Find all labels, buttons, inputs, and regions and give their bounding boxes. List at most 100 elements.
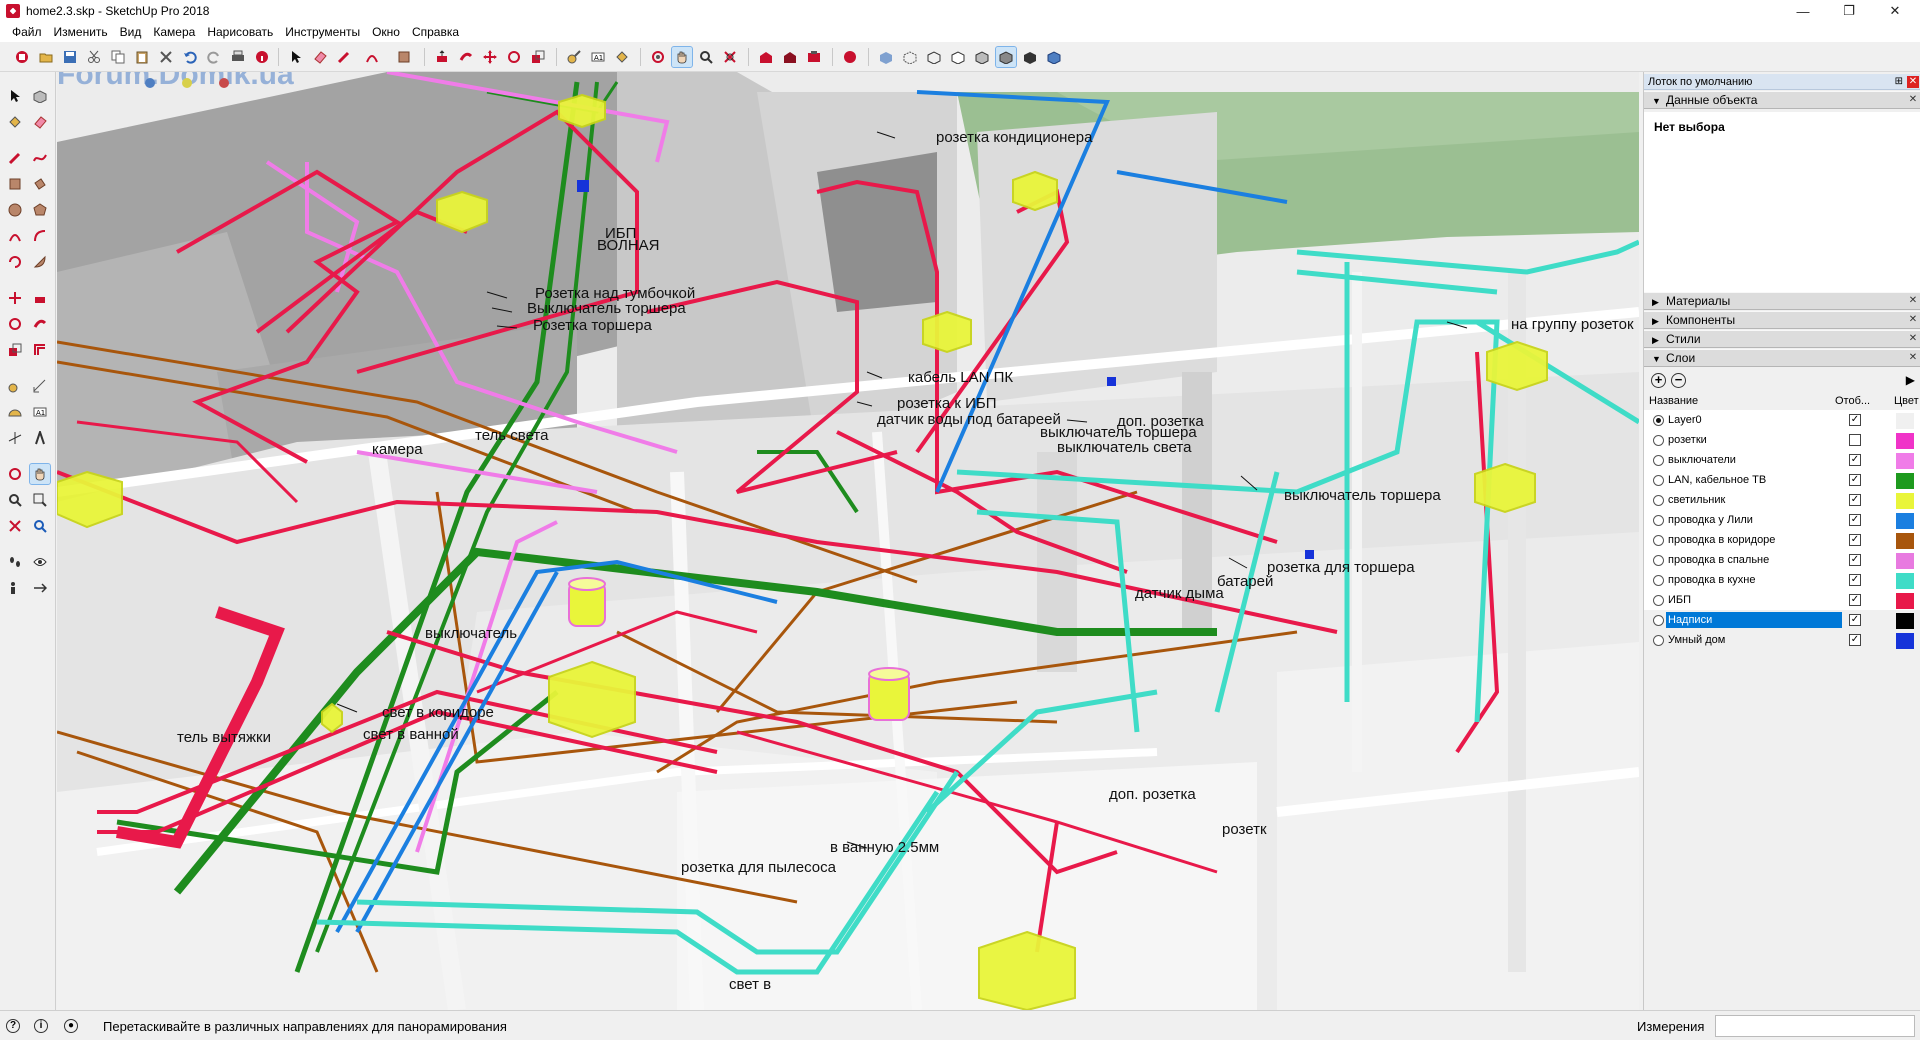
back-edges-button[interactable] bbox=[900, 47, 920, 67]
components-header[interactable]: ▶ Компоненты ✕ bbox=[1644, 311, 1920, 329]
share-model-button[interactable] bbox=[780, 47, 800, 67]
left-scale-tool[interactable] bbox=[5, 340, 25, 360]
left-follow-me-tool[interactable] bbox=[30, 314, 50, 334]
arc-tool-button[interactable] bbox=[362, 47, 382, 67]
left-rotated-rectangle-tool[interactable] bbox=[30, 174, 50, 194]
left-position-camera-tool[interactable] bbox=[5, 578, 25, 598]
layers-close-icon[interactable]: ✕ bbox=[1907, 352, 1919, 364]
pan-tool-button[interactable] bbox=[671, 46, 693, 68]
menu-camera[interactable]: Камера bbox=[147, 22, 201, 42]
scale-tool-button[interactable] bbox=[528, 47, 548, 67]
layer-name[interactable]: LAN, кабельное ТВ bbox=[1666, 472, 1842, 488]
active-layer-radio[interactable] bbox=[1653, 635, 1664, 646]
layer-color-swatch[interactable] bbox=[1896, 473, 1914, 489]
menu-draw[interactable]: Нарисовать bbox=[201, 22, 279, 42]
layer-name[interactable]: ИБП bbox=[1666, 592, 1842, 608]
active-layer-radio[interactable] bbox=[1653, 595, 1664, 606]
left-component-tool[interactable] bbox=[30, 86, 50, 106]
layer-name[interactable]: Надписи bbox=[1666, 612, 1842, 628]
left-orbit-tool[interactable] bbox=[5, 464, 25, 484]
eraser-tool-button[interactable] bbox=[310, 47, 330, 67]
left-rectangle-tool[interactable] bbox=[5, 174, 25, 194]
layer-visibility-checkbox[interactable]: ✓ bbox=[1849, 454, 1861, 466]
materials-header[interactable]: ▶ Материалы ✕ bbox=[1644, 292, 1920, 310]
layer-row[interactable]: проводка в спальне ✓ bbox=[1644, 550, 1920, 570]
tray-close-button[interactable]: ✕ bbox=[1907, 76, 1919, 88]
left-text-tool[interactable]: A1 bbox=[30, 402, 50, 422]
shaded-button[interactable] bbox=[972, 47, 992, 67]
layer-name[interactable]: проводка в кухне bbox=[1666, 572, 1842, 588]
redo-button[interactable] bbox=[204, 47, 224, 67]
remove-layer-button[interactable]: − bbox=[1671, 373, 1686, 388]
layer-name[interactable]: проводка в спальне bbox=[1666, 552, 1842, 568]
erase-button[interactable] bbox=[156, 47, 176, 67]
layer-row[interactable]: проводка в коридоре ✓ bbox=[1644, 530, 1920, 550]
close-button[interactable]: ✕ bbox=[1872, 0, 1918, 22]
left-zoom-tool[interactable] bbox=[5, 490, 25, 510]
left-push-pull-tool[interactable] bbox=[30, 288, 50, 308]
hidden-line-button[interactable] bbox=[948, 47, 968, 67]
left-paint-tool[interactable] bbox=[5, 112, 25, 132]
layer-color-swatch[interactable] bbox=[1896, 493, 1914, 509]
left-eraser-tool[interactable] bbox=[30, 112, 50, 132]
column-color[interactable]: Цвет bbox=[1894, 395, 1919, 407]
layer-details-button[interactable]: ▶ bbox=[1906, 373, 1915, 387]
left-move-tool[interactable] bbox=[5, 288, 25, 308]
layer-color-swatch[interactable] bbox=[1896, 633, 1914, 649]
dimension-button[interactable]: A1 bbox=[588, 47, 608, 67]
layer-visibility-checkbox[interactable]: ✓ bbox=[1849, 614, 1861, 626]
menu-window[interactable]: Окно bbox=[366, 22, 406, 42]
left-line-tool[interactable] bbox=[5, 148, 25, 168]
select-tool-button[interactable] bbox=[286, 47, 306, 67]
layer-visibility-checkbox[interactable]: ✓ bbox=[1849, 514, 1861, 526]
pin-icon[interactable]: ⊞ bbox=[1895, 74, 1903, 90]
layer-row[interactable]: Умный дом ✓ bbox=[1644, 630, 1920, 650]
layer-color-swatch[interactable] bbox=[1896, 553, 1914, 569]
layer-color-swatch[interactable] bbox=[1896, 613, 1914, 629]
active-layer-radio[interactable] bbox=[1653, 455, 1664, 466]
left-3point-arc-tool[interactable] bbox=[5, 252, 25, 272]
measurements-input[interactable] bbox=[1715, 1015, 1915, 1037]
layer-color-swatch[interactable] bbox=[1896, 433, 1914, 449]
layer-name[interactable]: светильник bbox=[1666, 492, 1842, 508]
left-walk-tool[interactable] bbox=[5, 552, 25, 572]
active-layer-radio[interactable] bbox=[1653, 535, 1664, 546]
layer-visibility-checkbox[interactable]: ✓ bbox=[1849, 494, 1861, 506]
left-2point-arc-tool[interactable] bbox=[30, 226, 50, 246]
layer-visibility-checkbox[interactable]: ✓ bbox=[1849, 554, 1861, 566]
layer-row[interactable]: розетки bbox=[1644, 430, 1920, 450]
active-layer-radio[interactable] bbox=[1653, 435, 1664, 446]
layers-header[interactable]: ▼ Слои ✕ bbox=[1644, 349, 1920, 367]
menu-tools[interactable]: Инструменты bbox=[279, 22, 366, 42]
restore-button[interactable]: ❐ bbox=[1826, 0, 1872, 22]
materials-close-icon[interactable]: ✕ bbox=[1907, 295, 1919, 307]
menu-help[interactable]: Справка bbox=[406, 22, 465, 42]
left-freehand-tool[interactable] bbox=[30, 148, 50, 168]
copy-button[interactable] bbox=[108, 47, 128, 67]
left-select-tool[interactable] bbox=[5, 86, 25, 106]
paste-button[interactable] bbox=[132, 47, 152, 67]
left-rotate-tool[interactable] bbox=[5, 314, 25, 334]
layer-name[interactable]: проводка в коридоре bbox=[1666, 532, 1842, 548]
entity-info-close-icon[interactable]: ✕ bbox=[1907, 94, 1919, 106]
push-pull-button[interactable] bbox=[432, 47, 452, 67]
geo-location-icon[interactable]: ? bbox=[6, 1019, 20, 1033]
layer-row[interactable]: выключатели ✓ bbox=[1644, 450, 1920, 470]
zoom-tool-button[interactable] bbox=[696, 47, 716, 67]
layer-name[interactable]: Layer0 bbox=[1666, 412, 1842, 428]
warehouse-button[interactable] bbox=[756, 47, 776, 67]
layer-name[interactable]: Умный дом bbox=[1666, 632, 1842, 648]
layer-row[interactable]: ИБП ✓ bbox=[1644, 590, 1920, 610]
rotate-tool-button[interactable] bbox=[504, 47, 524, 67]
layer-name[interactable]: выключатели bbox=[1666, 452, 1842, 468]
left-zoom-extents-tool[interactable] bbox=[5, 516, 25, 536]
monochrome-button[interactable] bbox=[1020, 47, 1040, 67]
layer-color-swatch[interactable] bbox=[1896, 533, 1914, 549]
left-axes-tool[interactable] bbox=[5, 428, 25, 448]
cut-button[interactable] bbox=[84, 47, 104, 67]
layer-row[interactable]: проводка у Лили ✓ bbox=[1644, 510, 1920, 530]
layer-visibility-checkbox[interactable]: ✓ bbox=[1849, 594, 1861, 606]
layer-name[interactable]: розетки bbox=[1666, 432, 1842, 448]
left-polygon-tool[interactable] bbox=[30, 200, 50, 220]
tape-measure-button[interactable] bbox=[564, 47, 584, 67]
